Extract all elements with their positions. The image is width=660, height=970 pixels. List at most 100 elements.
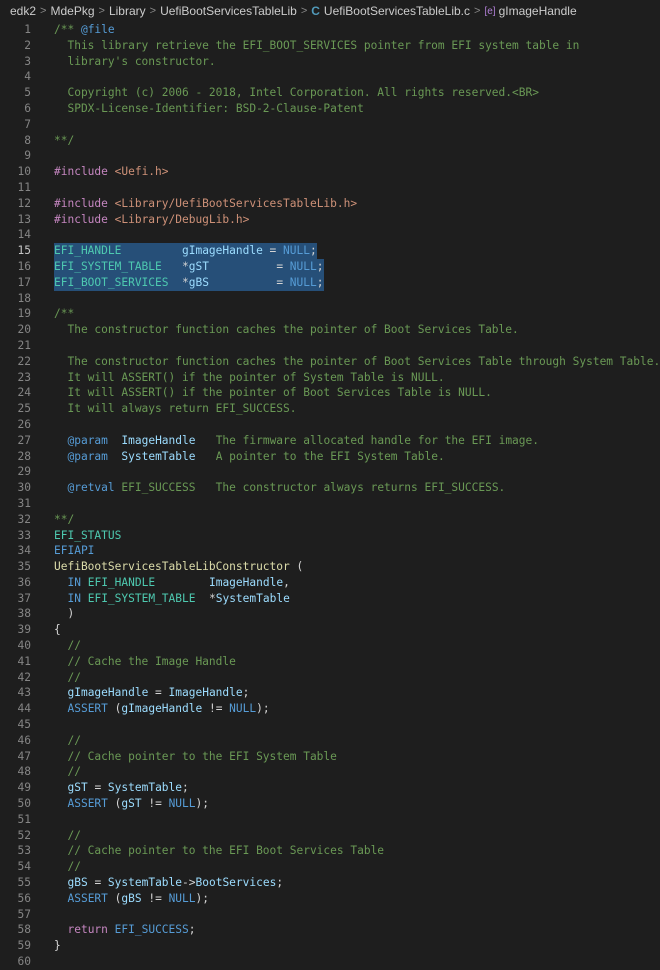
code-line[interactable]: 4 (0, 69, 660, 85)
code-line[interactable]: 43 gImageHandle = ImageHandle; (0, 685, 660, 701)
code-line[interactable]: 16 EFI_SYSTEM_TABLE *gST = NULL; (0, 258, 660, 275)
code-line[interactable]: 15 EFI_HANDLE gImageHandle = NULL; (0, 243, 660, 259)
line-number: 37 (17, 591, 31, 605)
code-token: // (54, 733, 81, 747)
code-editor[interactable]: 1/** @file 2 This library retrieve the EF… (0, 22, 660, 970)
c-file-icon: C (311, 4, 320, 18)
code-token: UefiBootServicesTableLibConstructor (54, 560, 290, 574)
code-line[interactable]: 60 (0, 954, 660, 970)
code-line[interactable]: 28 @param SystemTable A pointer to the E… (0, 449, 660, 465)
code-line[interactable]: 13 #include <Library/DebugLib.h> (0, 212, 660, 228)
code-line[interactable]: 1 /** @file (0, 22, 660, 38)
code-line[interactable]: 17 EFI_BOOT_SERVICES *gBS = NULL; (0, 274, 660, 291)
code-line[interactable]: 25 It will always return EFI_SUCCESS. (0, 401, 660, 417)
code-token: // Cache pointer to the EFI Boot Service… (54, 844, 385, 858)
code-content: IN EFI_HANDLE ImageHandle, (54, 575, 290, 591)
code-token: ( (107, 797, 122, 811)
line-number: 8 (24, 133, 31, 147)
code-line[interactable]: 57 (0, 907, 660, 923)
code-line[interactable]: 18 (0, 291, 660, 307)
code-line[interactable]: 51 (0, 812, 660, 828)
code-token: /** (54, 23, 81, 36)
code-line[interactable]: 6 SPDX-License-Identifier: BSD-2-Clause-… (0, 101, 660, 117)
code-line[interactable]: 47 // Cache pointer to the EFI System Ta… (0, 749, 660, 765)
code-token: ; (182, 781, 189, 795)
code-line[interactable]: 21 (0, 338, 660, 354)
code-token: ; (188, 923, 196, 937)
code-line[interactable]: 23 It will ASSERT() if the pointer of Sy… (0, 370, 660, 386)
code-line[interactable]: 56 ASSERT (gBS != NULL); (0, 891, 660, 907)
code-token: // (54, 765, 81, 779)
code-line[interactable]: 32 **/ (0, 512, 660, 528)
code-line[interactable]: 20 The constructor function caches the p… (0, 322, 660, 338)
code-line[interactable]: 58 return EFI_SUCCESS; (0, 922, 660, 938)
code-line[interactable]: 30 @retval EFI_SUCCESS The constructor a… (0, 480, 660, 496)
code-line[interactable]: 53 // Cache pointer to the EFI Boot Serv… (0, 843, 660, 859)
code-token: This library retrieve the EFI_BOOT_SERVI… (54, 38, 580, 52)
code-content: #include <Uefi.h> (54, 164, 169, 180)
line-number: 48 (17, 765, 31, 779)
breadcrumb-item-edk2[interactable]: edk2 (10, 4, 36, 18)
code-token: , (283, 575, 290, 589)
code-line[interactable]: 42 // (0, 670, 660, 686)
code-line[interactable]: 9 (0, 148, 660, 164)
code-token: { (54, 623, 61, 637)
breadcrumb-item-folder[interactable]: UefiBootServicesTableLib (160, 4, 297, 18)
code-line[interactable]: 54 // (0, 859, 660, 875)
code-line[interactable]: 45 (0, 717, 660, 733)
code-token: EFIAPI (54, 544, 95, 558)
line-number: 23 (17, 370, 31, 384)
breadcrumb-item-library[interactable]: Library (109, 4, 146, 18)
code-line[interactable]: 11 (0, 180, 660, 196)
code-token: <Library/UefiBootServicesTableLib.h> (107, 196, 358, 210)
code-token: != (141, 797, 169, 811)
code-line[interactable]: 36 IN EFI_HANDLE ImageHandle, (0, 575, 660, 591)
code-line[interactable]: 5 Copyright (c) 2006 - 2018, Intel Corpo… (0, 85, 660, 101)
code-token: = (87, 781, 108, 795)
code-line[interactable]: 27 @param ImageHandle The firmware alloc… (0, 433, 660, 449)
code-line[interactable]: 7 (0, 117, 660, 133)
code-line[interactable]: 33 EFI_STATUS (0, 528, 660, 544)
code-line[interactable]: 12 #include <Library/UefiBootServicesTabl… (0, 196, 660, 212)
code-line[interactable]: 50 ASSERT (gST != NULL); (0, 796, 660, 812)
code-line[interactable]: 35 UefiBootServicesTableLibConstructor ( (0, 559, 660, 575)
code-line[interactable]: 10 #include <Uefi.h> (0, 164, 660, 180)
code-line[interactable]: 29 (0, 464, 660, 480)
code-line[interactable]: 48 // (0, 764, 660, 780)
code-line[interactable]: 31 (0, 496, 660, 512)
code-line[interactable]: 24 It will ASSERT() if the pointer of Bo… (0, 385, 660, 401)
code-line[interactable]: 55 gBS = SystemTable->BootServices; (0, 875, 660, 891)
code-line[interactable]: 26 (0, 417, 660, 433)
code-content: gST = SystemTable; (54, 780, 189, 796)
code-line[interactable]: 3 library's constructor. (0, 54, 660, 70)
code-line[interactable]: 22 The constructor function caches the p… (0, 354, 660, 370)
code-line[interactable]: 2 This library retrieve the EFI_BOOT_SER… (0, 38, 660, 54)
line-number: 16 (17, 259, 31, 273)
code-line[interactable]: 40 // (0, 638, 660, 654)
code-line[interactable]: 14 (0, 227, 660, 243)
code-line[interactable]: 19 /** (0, 306, 660, 322)
code-line[interactable]: 49 gST = SystemTable; (0, 780, 660, 796)
code-line[interactable]: 39 { (0, 622, 660, 638)
code-line[interactable]: 8 **/ (0, 133, 660, 149)
code-line[interactable]: 44 ASSERT (gImageHandle != NULL); (0, 701, 660, 717)
code-line[interactable]: 52 // (0, 828, 660, 844)
code-content: **/ (54, 133, 74, 149)
code-token: * (195, 591, 216, 605)
code-content: #include <Library/UefiBootServicesTableL… (54, 196, 357, 212)
code-line[interactable]: 34 EFIAPI (0, 543, 660, 559)
line-number: 17 (17, 275, 31, 289)
code-line[interactable]: 38 ) (0, 606, 660, 622)
breadcrumb-item-file[interactable]: UefiBootServicesTableLib.c (324, 4, 470, 18)
code-line[interactable]: 37 IN EFI_SYSTEM_TABLE *SystemTable (0, 591, 660, 607)
code-line[interactable]: 41 // Cache the Image Handle (0, 654, 660, 670)
code-line[interactable]: 46 // (0, 733, 660, 749)
code-line[interactable]: 59} (0, 938, 660, 954)
code-token: // (54, 860, 81, 874)
breadcrumb-item-mdepkg[interactable]: MdePkg (50, 4, 94, 18)
breadcrumb-item-symbol[interactable]: gImageHandle (499, 4, 577, 18)
code-token: = (148, 686, 169, 700)
